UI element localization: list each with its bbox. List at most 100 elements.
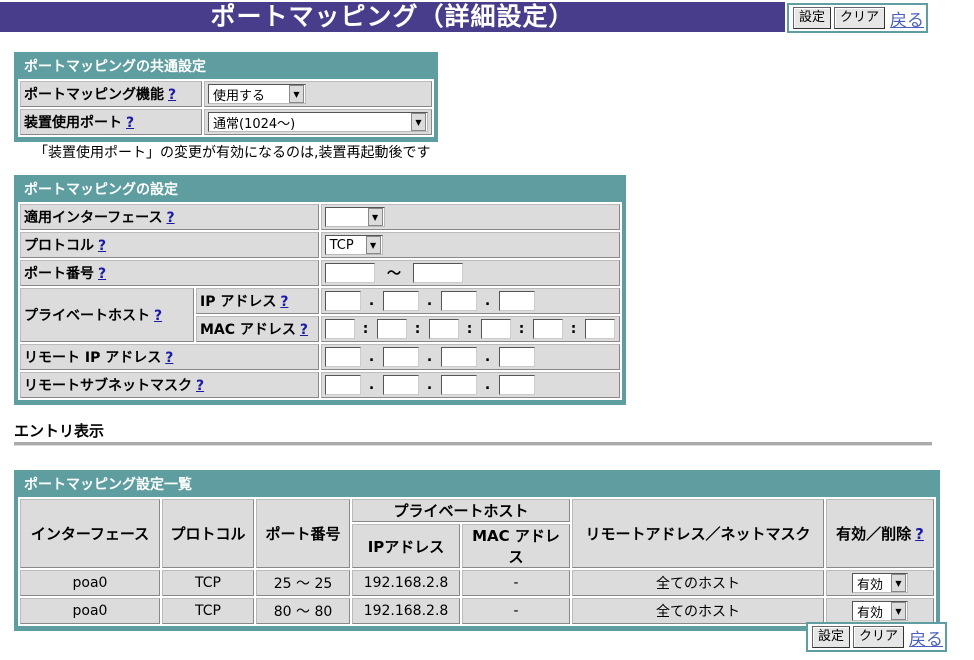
ip-dot: . [484,293,491,309]
help-link[interactable]: ? [98,266,106,282]
row-interface: poa0 [20,598,160,624]
ip-dot: . [484,349,491,365]
port-mapping-function-select[interactable]: 使用する ▼ [208,84,306,104]
mapping-settings-heading: ポートマッピングの設定 [24,182,178,198]
table-row: poa0 TCP 25 ～ 25 192.168.2.8 - 全てのホスト 有効… [20,570,934,596]
clear-button[interactable]: クリア [834,7,886,29]
mac-byte-6[interactable] [584,319,615,339]
restart-note: 「装置使用ポート」の変更が有効になるのは,装置再起動後です [34,145,431,161]
divider [14,442,932,446]
row-enabled-select[interactable]: 有効 ▼ [852,573,908,593]
remote-mask-label: リモートサブネットマスク [24,378,192,394]
port-end-input[interactable] [413,263,464,283]
chevron-down-icon: ▼ [891,574,906,592]
row-enabled-value: 有効 [857,605,884,621]
col-port: ポート番号 [256,499,350,568]
set-button[interactable]: 設定 [793,7,832,29]
help-link[interactable]: ? [280,294,288,310]
chevron-down-icon: ▼ [289,85,304,103]
col-remote: リモートアドレス／ネットマスク [572,499,824,568]
remote-mask-octet-1[interactable] [324,375,361,395]
row-ip: 192.168.2.8 [352,570,460,596]
help-link[interactable]: ? [98,238,106,254]
protocol-select[interactable]: TCP ▼ [324,235,383,255]
remote-mask-octet-2[interactable] [382,375,419,395]
mapping-settings-panel: ポートマッピングの設定 適用インターフェース? ▼ プロトコル? TCP ▼ ポー… [14,175,626,405]
common-settings-panel: ポートマッピングの共通設定 ポートマッピング機能? 使用する ▼ 装置使用ポート?… [14,52,438,142]
common-settings-heading: ポートマッピングの共通設定 [24,59,206,75]
row-port: 80 ～ 80 [256,598,350,624]
help-link[interactable]: ? [166,210,174,226]
chevron-down-icon: ▼ [891,602,906,620]
mac-byte-3[interactable] [428,319,459,339]
remote-mask-octet-3[interactable] [440,375,477,395]
ip-dot: . [368,377,375,393]
ip-dot: . [368,349,375,365]
protocol-label: プロトコル [24,238,94,254]
top-button-group: 設定 クリア 戻る [787,3,929,33]
port-range-tilde: ～ [387,266,402,282]
chevron-down-icon: ▼ [365,236,381,254]
table-row: poa0 TCP 80 ～ 80 192.168.2.8 - 全てのホスト 有効… [20,598,934,624]
col-ip: IPアドレス [352,524,460,568]
remote-ip-octet-1[interactable] [324,347,361,367]
port-start-input[interactable] [324,263,375,283]
help-link[interactable]: ? [126,115,134,131]
row-remote: 全てのホスト [572,598,824,624]
chevron-down-icon: ▼ [411,113,426,131]
help-link[interactable]: ? [196,378,204,394]
entry-display-heading: エントリ表示 [14,422,105,440]
col-protocol: プロトコル [162,499,254,568]
mac-colon: : [518,321,525,337]
protocol-value: TCP [329,237,354,253]
mac-byte-5[interactable] [532,319,563,339]
set-button[interactable]: 設定 [812,626,851,648]
clear-button[interactable]: クリア [853,626,905,648]
mac-colon: : [414,321,421,337]
interface-label: 適用インターフェース [24,210,163,226]
help-link[interactable]: ? [165,350,173,366]
page-title: ポートマッピング（詳細設定） [0,2,785,32]
port-number-label: ポート番号 [24,266,94,282]
back-link[interactable]: 戻る [909,625,943,650]
device-port-value: 通常(1024～) [213,116,296,132]
remote-ip-octet-3[interactable] [440,347,477,367]
mapping-list-panel: ポートマッピング設定一覧 インターフェース プロトコル ポート番号 プライベート… [14,470,940,631]
bottom-button-group: 設定 クリア 戻る [806,622,948,652]
remote-ip-label: リモート IP アドレス [24,350,162,366]
mac-byte-4[interactable] [480,319,511,339]
device-port-label: 装置使用ポート [24,115,122,131]
remote-ip-octet-4[interactable] [498,347,535,367]
mac-colon: : [466,321,473,337]
private-ip-octet-2[interactable] [382,291,419,311]
back-link[interactable]: 戻る [890,6,924,31]
help-link[interactable]: ? [168,87,176,103]
ip-dot: . [368,293,375,309]
ip-dot: . [426,377,433,393]
device-port-select[interactable]: 通常(1024～) ▼ [208,112,428,132]
ip-dot: . [426,293,433,309]
interface-select[interactable]: ▼ [324,207,385,227]
row-enabled-value: 有効 [857,577,884,593]
mapping-list-heading: ポートマッピング設定一覧 [24,477,192,493]
row-protocol: TCP [162,598,254,624]
row-mac: - [462,598,570,624]
mapping-settings-table: 適用インターフェース? ▼ プロトコル? TCP ▼ ポート番号? ～ プライベー… [18,202,622,400]
row-enabled-select[interactable]: 有効 ▼ [852,601,908,621]
mac-byte-1[interactable] [324,319,355,339]
col-enabled-label: 有効／削除 [836,525,912,543]
private-ip-octet-4[interactable] [498,291,535,311]
mac-byte-2[interactable] [376,319,407,339]
remote-ip-octet-2[interactable] [382,347,419,367]
remote-mask-octet-4[interactable] [498,375,535,395]
row-ip: 192.168.2.8 [352,598,460,624]
help-link[interactable]: ? [300,322,308,338]
private-ip-octet-3[interactable] [440,291,477,311]
mac-colon: : [570,321,577,337]
private-ip-octet-1[interactable] [324,291,361,311]
help-link[interactable]: ? [154,308,162,324]
row-mac: - [462,570,570,596]
private-ip-label: IP アドレス [200,294,277,310]
col-mac: MAC アドレス [462,524,570,568]
help-link[interactable]: ? [915,525,924,543]
